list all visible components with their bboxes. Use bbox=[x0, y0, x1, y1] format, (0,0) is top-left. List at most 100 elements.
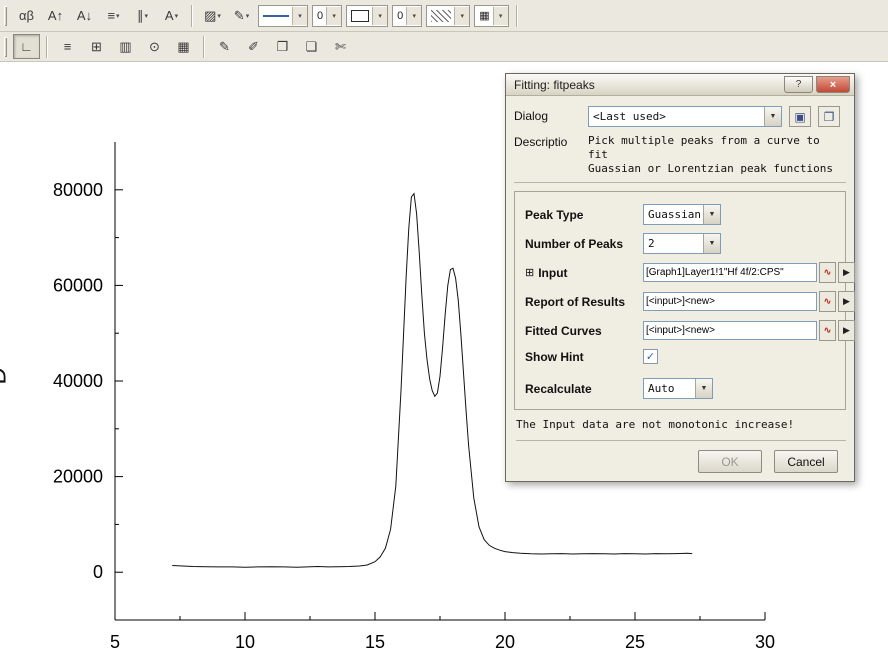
x-tick-label: 20 bbox=[495, 632, 515, 652]
chevron-down-icon[interactable]: ▼ bbox=[703, 205, 720, 224]
input-field[interactable] bbox=[643, 263, 817, 282]
line-color-button[interactable]: ✎ ▾ bbox=[228, 3, 255, 28]
fitted-flyout-button[interactable]: ▶ bbox=[838, 320, 855, 341]
text-align-button[interactable]: ≡ ▾ bbox=[100, 3, 127, 28]
duplicate-button[interactable]: ❐ bbox=[269, 34, 296, 59]
show-hint-row: Show Hint ✓ bbox=[525, 349, 839, 364]
chevron-down-icon: ▾ bbox=[378, 12, 382, 20]
recalculate-combo[interactable]: Auto ▼ bbox=[643, 378, 713, 399]
number-of-peaks-label: Number of Peaks bbox=[525, 236, 624, 251]
settings-group: Peak Type Guassian ▼ Number of Peaks 2 ▼… bbox=[514, 191, 855, 410]
fill-pattern-combo[interactable]: ▾ bbox=[426, 4, 471, 27]
subscript-button[interactable]: A↓ bbox=[71, 3, 98, 28]
ok-button[interactable]: OK bbox=[698, 450, 762, 473]
chevron-down-button[interactable]: ▾ bbox=[326, 6, 342, 25]
draw-pen-button-glyph: ✐ bbox=[248, 38, 259, 54]
line-color-button-glyph: ✎ bbox=[233, 7, 245, 23]
draw-pencil-button[interactable]: ✎ bbox=[211, 34, 238, 59]
list-view-button[interactable]: ≡ bbox=[54, 34, 81, 59]
chevron-down-icon: ▾ bbox=[298, 12, 302, 20]
dialog-theme-combo[interactable]: <Last used> ▼ bbox=[588, 106, 782, 127]
chevron-down-button[interactable]: ▾ bbox=[492, 6, 508, 25]
graph-select-button[interactable]: ∿ bbox=[819, 291, 836, 312]
graph-axes-button[interactable]: ∟ bbox=[13, 34, 40, 59]
superscript-button[interactable]: A↑ bbox=[42, 3, 69, 28]
grid-view-button[interactable]: ▦ bbox=[170, 34, 197, 59]
description-row: Descriptio Pick multiple peaks from a cu… bbox=[514, 132, 846, 183]
graph-select-button[interactable]: ∿ bbox=[819, 262, 836, 283]
show-hint-checkbox[interactable]: ✓ bbox=[643, 349, 658, 364]
column-format-button-glyph: ∥ bbox=[136, 7, 144, 23]
dialog-theme-row: Dialog <Last used> ▼ ▣ ❐ bbox=[514, 106, 846, 127]
line-width-combo[interactable]: 0 ▾ bbox=[312, 4, 343, 27]
chevron-down-icon[interactable]: ▼ bbox=[764, 107, 781, 126]
x-tick-label: 25 bbox=[625, 632, 645, 652]
chevron-down-button[interactable]: ▾ bbox=[372, 6, 388, 25]
peak-type-row: Peak Type Guassian ▼ bbox=[525, 204, 839, 225]
toolbar-grip[interactable] bbox=[4, 36, 7, 57]
chevron-down-icon: ▾ bbox=[245, 12, 250, 20]
description-label: Descriptio bbox=[514, 135, 568, 149]
fitted-curves-field[interactable] bbox=[643, 321, 817, 340]
peak-type-value: Guassian bbox=[648, 208, 701, 221]
save-theme-button[interactable]: ▣ bbox=[789, 106, 811, 127]
graph-select-button[interactable]: ∿ bbox=[819, 320, 836, 341]
dialog-titlebar[interactable]: Fitting: fitpeaks ? × bbox=[506, 74, 854, 96]
draw-pen-button[interactable]: ✐ bbox=[240, 34, 267, 59]
fitted-curves-row: Fitted Curves ∿ ▶ bbox=[525, 320, 855, 341]
worksheet-button[interactable]: ⊞ bbox=[83, 34, 110, 59]
border-style-combo[interactable]: ▾ bbox=[346, 4, 389, 27]
chevron-down-icon[interactable]: ▼ bbox=[703, 234, 720, 253]
check-icon: ✓ bbox=[645, 351, 656, 363]
page-button[interactable]: ❏ bbox=[298, 34, 325, 59]
grid-style-combo[interactable]: ▦ ▾ bbox=[474, 4, 509, 27]
number-of-peaks-combo[interactable]: 2 ▼ bbox=[643, 233, 721, 254]
peak-type-combo[interactable]: Guassian ▼ bbox=[643, 204, 721, 225]
expand-icon[interactable]: ⊞ bbox=[525, 266, 534, 279]
toolbar-separator bbox=[515, 4, 518, 27]
y-axis-title-fragment: D bbox=[0, 367, 13, 384]
cut-button[interactable]: ✄ bbox=[327, 34, 354, 59]
help-button[interactable]: ? bbox=[784, 76, 813, 93]
toolbar-separator bbox=[46, 35, 48, 58]
border-width-combo-glyph: 0 bbox=[397, 9, 404, 22]
column-view-button[interactable]: ▥ bbox=[112, 34, 139, 59]
fill-color-button[interactable]: ▨ ▾ bbox=[199, 3, 226, 28]
chevron-down-icon: ▾ bbox=[332, 12, 336, 20]
description-text: Pick multiple peaks from a curve to fit … bbox=[588, 134, 834, 175]
font-color-button[interactable]: A ▾ bbox=[158, 3, 185, 28]
chevron-down-icon[interactable]: ▼ bbox=[695, 379, 712, 398]
peak-type-label: Peak Type bbox=[525, 207, 584, 222]
grid-style-combo-glyph: ▦ bbox=[479, 10, 490, 22]
report-of-results-field[interactable] bbox=[643, 292, 817, 311]
number-of-peaks-row: Number of Peaks 2 ▼ bbox=[525, 233, 839, 254]
input-flyout-button[interactable]: ▶ bbox=[838, 262, 855, 283]
recalculate-label: Recalculate bbox=[525, 381, 592, 396]
draw-pencil-button-glyph: ✎ bbox=[219, 38, 230, 54]
x-tick-label: 15 bbox=[365, 632, 385, 652]
chevron-down-button[interactable]: ▾ bbox=[406, 6, 422, 25]
copy-settings-button[interactable]: ❐ bbox=[818, 106, 840, 127]
recent-items-button[interactable]: ⊙ bbox=[141, 34, 168, 59]
worksheet-button-glyph: ⊞ bbox=[91, 38, 102, 54]
chevron-down-button[interactable]: ▾ bbox=[292, 6, 307, 25]
duplicate-button-glyph: ❐ bbox=[276, 38, 289, 54]
column-format-button[interactable]: ∥ ▾ bbox=[129, 3, 156, 28]
border-width-combo[interactable]: 0 ▾ bbox=[392, 4, 423, 27]
cancel-button[interactable]: Cancel bbox=[774, 450, 838, 473]
greek-text-button[interactable]: αβ bbox=[13, 3, 40, 28]
y-tick-label: 0 bbox=[93, 562, 103, 582]
chevron-down-icon: ▾ bbox=[217, 12, 221, 20]
chevron-down-icon: ▾ bbox=[460, 12, 464, 20]
line-style-combo[interactable]: ▾ bbox=[258, 4, 308, 27]
toolbar-separator bbox=[191, 4, 193, 27]
superscript-button-glyph: A↑ bbox=[47, 8, 64, 23]
report-flyout-button[interactable]: ▶ bbox=[838, 291, 855, 312]
chevron-down-icon: ▾ bbox=[116, 12, 120, 20]
chevron-down-button[interactable]: ▾ bbox=[454, 6, 470, 25]
toolbar-grip[interactable] bbox=[4, 5, 7, 26]
report-of-results-label: Report of Results bbox=[525, 294, 626, 309]
recalculate-value: Auto bbox=[648, 382, 675, 395]
close-button[interactable]: × bbox=[816, 76, 850, 93]
greek-text-button-glyph: αβ bbox=[19, 8, 34, 23]
